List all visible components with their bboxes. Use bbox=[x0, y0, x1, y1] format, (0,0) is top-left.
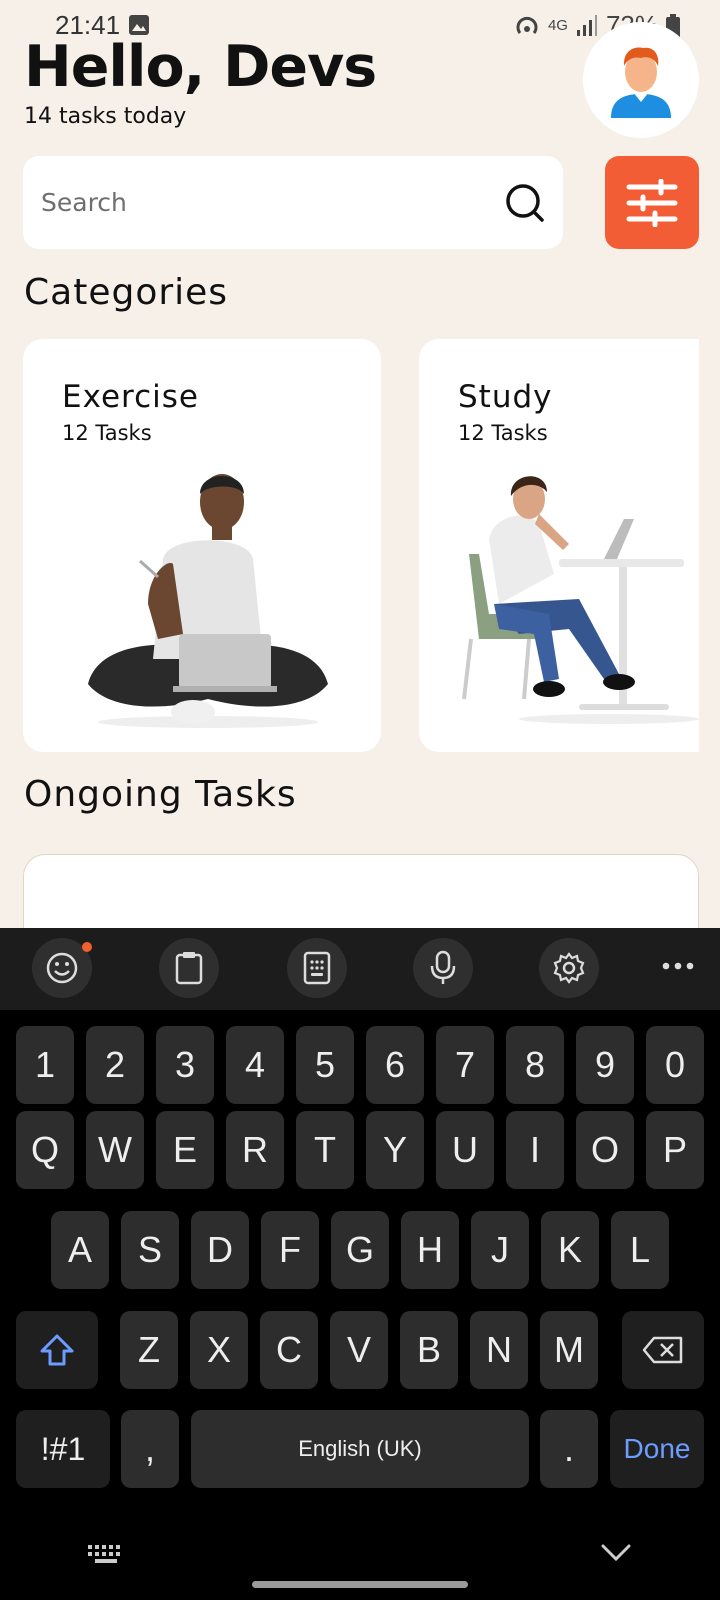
key-c[interactable]: C bbox=[260, 1311, 318, 1389]
profile-avatar[interactable] bbox=[583, 22, 699, 138]
category-count: 12 Tasks bbox=[458, 421, 548, 445]
spacebar[interactable]: English (UK) bbox=[191, 1410, 529, 1488]
key-k[interactable]: K bbox=[541, 1211, 599, 1289]
shift-icon bbox=[40, 1334, 74, 1366]
key-g[interactable]: G bbox=[331, 1211, 389, 1289]
key-m[interactable]: M bbox=[540, 1311, 598, 1389]
sliders-icon bbox=[626, 178, 678, 227]
key-7[interactable]: 7 bbox=[436, 1026, 494, 1104]
comma-key[interactable]: , bbox=[121, 1410, 179, 1488]
category-card-exercise[interactable]: Exercise 12 Tasks bbox=[23, 339, 381, 752]
search-bar[interactable] bbox=[23, 156, 563, 249]
category-count: 12 Tasks bbox=[62, 421, 152, 445]
key-o[interactable]: O bbox=[576, 1111, 634, 1189]
gallery-notification-icon bbox=[129, 15, 149, 35]
key-t[interactable]: T bbox=[296, 1111, 354, 1189]
key-1[interactable]: 1 bbox=[16, 1026, 74, 1104]
symbols-key[interactable]: !#1 bbox=[16, 1410, 110, 1488]
key-3[interactable]: 3 bbox=[156, 1026, 214, 1104]
notification-dot bbox=[82, 942, 92, 952]
person-with-laptop-illustration bbox=[88, 474, 328, 728]
keypad-icon bbox=[303, 951, 331, 985]
category-title: Study bbox=[458, 379, 553, 415]
search-icon[interactable] bbox=[505, 183, 545, 223]
key-9[interactable]: 9 bbox=[576, 1026, 634, 1104]
key-f[interactable]: F bbox=[261, 1211, 319, 1289]
keyboard-toolbar bbox=[0, 928, 720, 1010]
key-e[interactable]: E bbox=[156, 1111, 214, 1189]
ongoing-tasks-heading: Ongoing Tasks bbox=[24, 774, 297, 815]
gear-icon bbox=[553, 952, 585, 984]
category-card-study[interactable]: Study 12 Tasks bbox=[419, 339, 699, 752]
network-type: 4G bbox=[547, 17, 568, 34]
key-u[interactable]: U bbox=[436, 1111, 494, 1189]
done-key[interactable]: Done bbox=[610, 1410, 704, 1488]
backspace-key[interactable] bbox=[622, 1311, 704, 1389]
shift-key[interactable] bbox=[16, 1311, 98, 1389]
chevron-down-icon bbox=[601, 1544, 631, 1562]
signal-icon bbox=[576, 14, 597, 36]
key-n[interactable]: N bbox=[470, 1311, 528, 1389]
user-avatar-icon bbox=[611, 47, 671, 118]
period-key[interactable]: . bbox=[540, 1410, 598, 1488]
microphone-icon bbox=[430, 950, 456, 984]
person-studying-illustration bbox=[462, 476, 699, 724]
key-x[interactable]: X bbox=[190, 1311, 248, 1389]
keyboard-icon bbox=[88, 1545, 120, 1563]
keyboard-settings-button[interactable] bbox=[539, 938, 599, 998]
key-r[interactable]: R bbox=[226, 1111, 284, 1189]
key-h[interactable]: H bbox=[401, 1211, 459, 1289]
clipboard-icon bbox=[175, 952, 203, 985]
key-5[interactable]: 5 bbox=[296, 1026, 354, 1104]
home-indicator[interactable] bbox=[252, 1581, 468, 1588]
key-s[interactable]: S bbox=[121, 1211, 179, 1289]
more-options-button[interactable] bbox=[662, 956, 694, 975]
emoji-icon bbox=[46, 952, 78, 984]
key-a[interactable]: A bbox=[51, 1211, 109, 1289]
keypad-button[interactable] bbox=[287, 938, 347, 998]
key-q[interactable]: Q bbox=[16, 1111, 74, 1189]
key-j[interactable]: J bbox=[471, 1211, 529, 1289]
greeting-title: Hello, Devs bbox=[24, 34, 377, 100]
key-b[interactable]: B bbox=[400, 1311, 458, 1389]
clipboard-button[interactable] bbox=[159, 938, 219, 998]
key-i[interactable]: I bbox=[506, 1111, 564, 1189]
key-2[interactable]: 2 bbox=[86, 1026, 144, 1104]
task-count-subtitle: 14 tasks today bbox=[24, 104, 187, 129]
more-dots-icon bbox=[662, 962, 694, 970]
key-6[interactable]: 6 bbox=[366, 1026, 424, 1104]
hide-keyboard-button[interactable] bbox=[600, 1543, 632, 1567]
key-w[interactable]: W bbox=[86, 1111, 144, 1189]
key-l[interactable]: L bbox=[611, 1211, 669, 1289]
key-4[interactable]: 4 bbox=[226, 1026, 284, 1104]
key-d[interactable]: D bbox=[191, 1211, 249, 1289]
filter-button[interactable] bbox=[605, 156, 699, 249]
search-input[interactable] bbox=[41, 188, 505, 217]
key-0[interactable]: 0 bbox=[646, 1026, 704, 1104]
soft-keyboard: 1 2 3 4 5 6 7 8 9 0 Q W E R T Y U I O P … bbox=[0, 928, 720, 1600]
key-z[interactable]: Z bbox=[120, 1311, 178, 1389]
category-title: Exercise bbox=[62, 379, 199, 415]
switch-keyboard-button[interactable] bbox=[88, 1543, 124, 1571]
categories-heading: Categories bbox=[24, 272, 229, 313]
voice-input-button[interactable] bbox=[413, 938, 473, 998]
key-v[interactable]: V bbox=[330, 1311, 388, 1389]
key-8[interactable]: 8 bbox=[506, 1026, 564, 1104]
key-y[interactable]: Y bbox=[366, 1111, 424, 1189]
hotspot-icon bbox=[516, 16, 538, 34]
backspace-icon bbox=[642, 1336, 683, 1364]
key-p[interactable]: P bbox=[646, 1111, 704, 1189]
